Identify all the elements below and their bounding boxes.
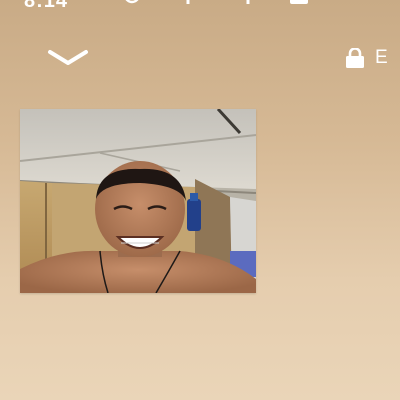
whatsapp-icon (122, 0, 142, 4)
collapse-button[interactable] (44, 44, 92, 72)
encryption-indicator: E (344, 44, 388, 72)
self-video-preview[interactable] (20, 109, 256, 293)
status-bar: 8:14 (0, 0, 400, 14)
signal-icon (178, 0, 198, 4)
camera-feed-image (20, 109, 256, 293)
chevron-down-icon (48, 50, 88, 65)
lock-icon (344, 47, 366, 68)
status-time: 8:14 (24, 0, 69, 12)
signal-icon (238, 0, 258, 4)
encrypted-label: E (375, 47, 388, 68)
battery-icon (290, 0, 308, 4)
